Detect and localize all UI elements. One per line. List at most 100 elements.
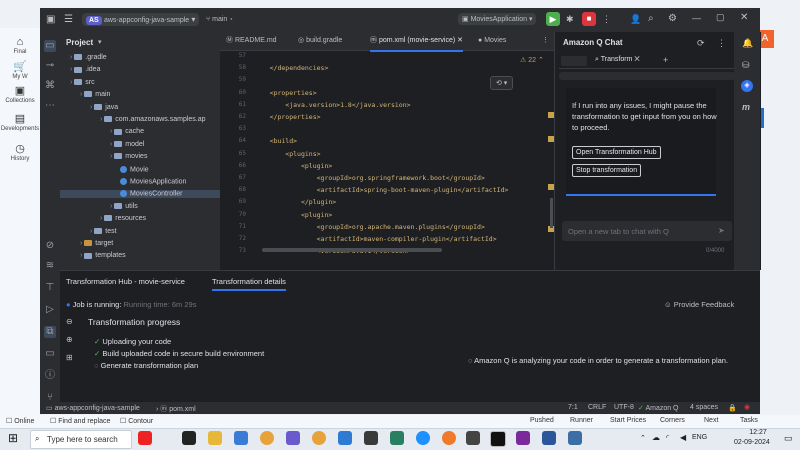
sidebar-item-collections[interactable]: ▣ Collections <box>0 84 40 104</box>
status-eol[interactable]: CRLF <box>588 404 606 411</box>
app-icon[interactable] <box>466 431 480 445</box>
build-icon[interactable]: ⊤ <box>44 282 56 294</box>
structure-icon[interactable]: ⌘ <box>44 80 56 92</box>
tree-item-folder[interactable]: › src <box>60 79 228 86</box>
services-icon[interactable]: ⊘ <box>44 240 56 252</box>
q-chat-input[interactable]: Open a new tab to chat with Q ➤ <box>562 221 732 241</box>
teams-icon[interactable] <box>286 431 300 445</box>
error-icon[interactable]: ◉ <box>744 403 750 411</box>
lock-icon[interactable]: 🔒 <box>728 404 737 412</box>
tab-transformation-hub[interactable]: Transformation Hub - movie-service <box>66 277 185 286</box>
branch-selector[interactable]: ⑂ main ▾ <box>206 16 234 23</box>
gear-icon[interactable]: ⚙ <box>668 13 677 24</box>
chevron-down-icon[interactable]: ▾ <box>98 38 102 46</box>
tray-tasks[interactable]: Tasks <box>740 417 758 424</box>
tray-chevron-icon[interactable]: ⌃ <box>640 434 646 442</box>
tab-build-gradle[interactable]: ◎ build.gradle <box>298 32 342 50</box>
open-transformation-hub-button[interactable]: Open Transformation Hub <box>572 146 661 159</box>
tree-item-folder[interactable]: › main <box>60 91 238 98</box>
tray-start-prices[interactable]: Start Prices <box>610 417 646 424</box>
contour-link[interactable]: ☐ Contour <box>120 417 153 425</box>
windows-start-icon[interactable]: ⊞ <box>8 431 18 445</box>
maximize-icon[interactable]: ▢ <box>716 12 725 23</box>
status-encoding[interactable]: UTF-8 <box>614 404 634 411</box>
tray-pushed[interactable]: Pushed <box>530 417 554 424</box>
file-explorer-icon[interactable] <box>208 431 222 445</box>
tree-item-folder[interactable]: › target <box>60 240 238 247</box>
edge-icon[interactable] <box>416 431 430 445</box>
tree-expand-icon[interactable]: ⊕ <box>66 335 73 344</box>
more-icon[interactable]: ⋮ <box>717 38 726 49</box>
tab-transformation-details[interactable]: Transformation details <box>212 277 286 291</box>
status-file[interactable]: › ⓜ pom.xml <box>156 404 196 414</box>
tab-pom[interactable]: ⓜ pom.xml (movie-service) ✕ <box>370 32 463 52</box>
status-project[interactable]: ▭ aws-appconfig-java-sample <box>46 404 140 412</box>
layers-icon[interactable]: ≋ <box>44 260 56 272</box>
app-icon[interactable] <box>364 431 378 445</box>
tab-movies[interactable]: ● Movies <box>478 32 506 50</box>
tray-corners[interactable]: Corners <box>660 417 685 424</box>
status-indent[interactable]: 4 spaces <box>690 404 718 411</box>
tray-runner[interactable]: Runner <box>570 417 593 424</box>
run-tool-icon[interactable]: ▷ <box>44 304 56 316</box>
online-link[interactable]: ☐ Online <box>6 417 34 425</box>
search-icon[interactable]: ⌕ <box>648 13 654 24</box>
close-icon[interactable]: ✕ <box>740 12 748 23</box>
taskbar-app-icon[interactable] <box>138 431 152 445</box>
intellij-taskbar-icon[interactable] <box>490 431 506 447</box>
vscode-icon[interactable] <box>338 431 352 445</box>
language-indicator[interactable]: ENG <box>692 434 707 441</box>
sidebar-item-developments[interactable]: ▤ Developments <box>0 112 40 132</box>
add-user-icon[interactable]: 👤 <box>630 14 641 25</box>
app-icon[interactable] <box>390 431 404 445</box>
tree-collapse-icon[interactable]: ⊖ <box>66 317 73 326</box>
filter-icon[interactable]: ⊞ <box>66 353 73 362</box>
transform-icon[interactable]: ⧉ <box>44 326 56 338</box>
send-icon[interactable]: ➤ <box>718 226 725 235</box>
tab-readme[interactable]: Ⓜ README.md <box>226 32 277 50</box>
q-tab-placeholder[interactable] <box>561 56 587 66</box>
run-icon[interactable]: ▶ <box>546 12 560 26</box>
terminal-icon[interactable]: ▭ <box>44 348 56 360</box>
sidebar-item-final[interactable]: ⌂ Final <box>0 36 40 55</box>
find-replace-link[interactable]: ☐ Find and replace <box>50 417 110 425</box>
status-position[interactable]: 7:1 <box>568 404 578 411</box>
debug-icon[interactable]: ✱ <box>566 14 574 25</box>
cloud-icon[interactable]: ☁ <box>652 433 660 442</box>
folder-icon[interactable]: ▭ <box>44 40 56 52</box>
more-icon[interactable]: ⋮ <box>602 14 611 25</box>
volume-icon[interactable]: ◀ <box>680 433 686 442</box>
provide-feedback-link[interactable]: ☺ Provide Feedback <box>664 300 734 309</box>
chrome-icon[interactable] <box>312 431 326 445</box>
vertical-scrollbar[interactable] <box>550 198 553 228</box>
commit-icon[interactable]: ⊸ <box>44 60 56 72</box>
word-icon[interactable] <box>542 431 556 445</box>
maven-tool-icon[interactable]: m <box>742 102 750 112</box>
tree-item-folder[interactable]: › .gradle <box>60 54 228 61</box>
clock-date[interactable]: 02-09-2024 <box>734 439 770 446</box>
wifi-icon[interactable]: ◜ <box>666 433 669 442</box>
sidebar-item-my[interactable]: 🛒 My W <box>0 60 40 80</box>
tree-item-folder[interactable]: › templates <box>60 252 238 259</box>
database-icon[interactable]: ⛁ <box>742 60 750 71</box>
task-view-icon[interactable] <box>182 431 196 445</box>
horizontal-scrollbar[interactable] <box>262 248 442 252</box>
problems-icon[interactable]: ⓘ <box>44 370 56 382</box>
stop-transformation-button[interactable]: Stop transformation <box>572 164 642 177</box>
amazon-q-icon[interactable]: ◈ <box>741 80 753 92</box>
taskbar-search[interactable]: ⌕ Type here to search <box>30 430 132 449</box>
tree-item-folder[interactable]: › .idea <box>60 66 228 73</box>
sidebar-item-history[interactable]: ◷ History <box>0 142 40 162</box>
notification-center-icon[interactable]: ▭ <box>784 433 793 444</box>
more-tools-icon[interactable]: ⋯ <box>44 100 56 112</box>
tray-next[interactable]: Next <box>704 417 718 424</box>
minimize-icon[interactable]: — <box>692 13 701 23</box>
status-amazon-q[interactable]: ✓ Amazon Q <box>638 404 679 412</box>
hamburger-menu-icon[interactable]: ☰ <box>64 14 73 25</box>
tab-overflow-icon[interactable]: ⋮ <box>542 32 549 50</box>
app-icon[interactable] <box>568 431 582 445</box>
run-config-selector[interactable]: ▣ MoviesApplication ▾ <box>458 13 537 25</box>
onenote-icon[interactable] <box>516 431 530 445</box>
outlook-icon[interactable] <box>234 431 248 445</box>
chrome-icon[interactable] <box>260 431 274 445</box>
